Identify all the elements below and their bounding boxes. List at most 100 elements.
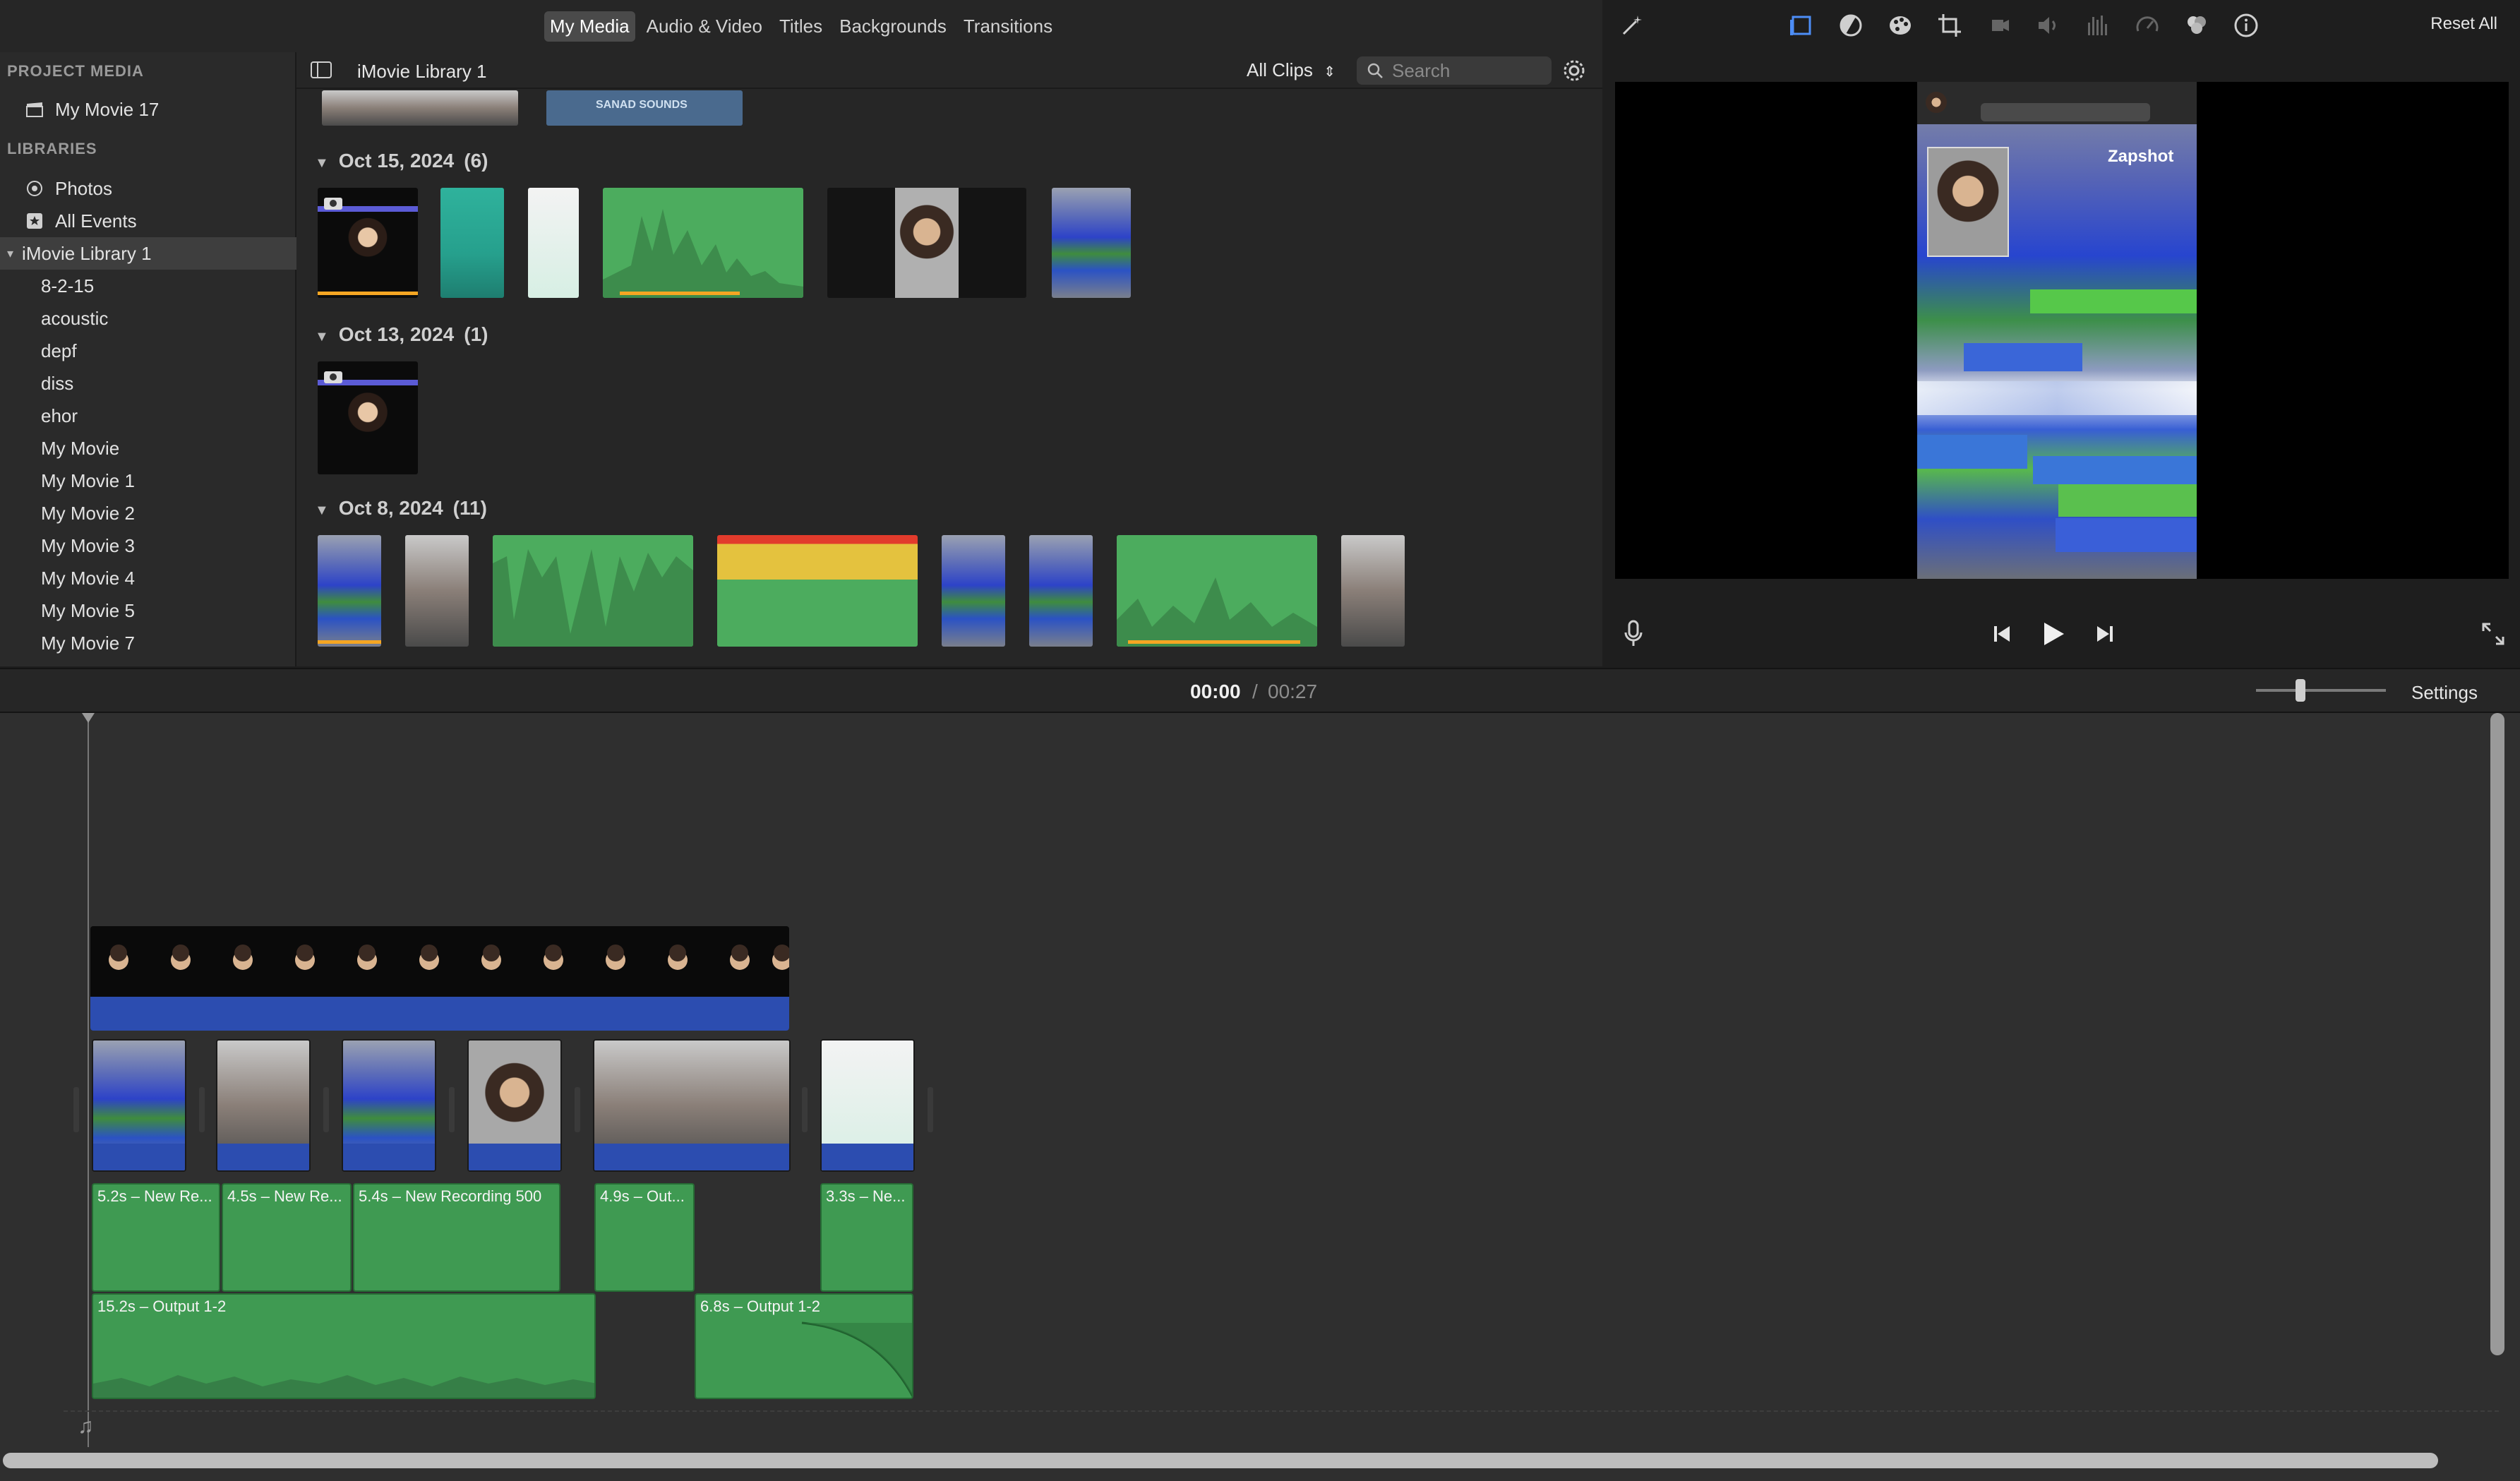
event-header[interactable]: ▼ Oct 8, 2024 (11) xyxy=(315,497,487,520)
clip-thumbnail[interactable] xyxy=(942,535,1005,647)
clip-thumbnail[interactable] xyxy=(440,188,504,298)
sidebar-item-event[interactable]: My Movie 5 xyxy=(0,594,296,627)
crop-icon[interactable] xyxy=(1937,13,1962,38)
disclosure-triangle-icon[interactable]: ▾ xyxy=(7,246,13,261)
search-input[interactable] xyxy=(1392,59,1540,82)
sidebar-item-event[interactable]: ehor xyxy=(0,400,296,432)
clip-trim-handle[interactable] xyxy=(802,1087,808,1132)
star-icon xyxy=(24,210,45,232)
clip-thumbnail[interactable] xyxy=(318,535,381,647)
microphone-icon[interactable] xyxy=(1618,618,1649,649)
video-clip[interactable] xyxy=(92,1039,186,1172)
volume-icon[interactable] xyxy=(2036,13,2061,38)
sidebar-item-project[interactable]: My Movie 17 xyxy=(0,93,296,126)
clip-thumbnail[interactable] xyxy=(1029,535,1093,647)
playhead-handle[interactable] xyxy=(82,713,95,723)
video-clip[interactable] xyxy=(820,1039,915,1172)
video-clip[interactable] xyxy=(593,1039,791,1172)
fullscreen-icon[interactable] xyxy=(2478,618,2509,649)
skip-back-icon[interactable] xyxy=(1986,618,2017,649)
audio-clip-thumbnail[interactable] xyxy=(603,188,803,298)
audio-clip-thumbnail[interactable] xyxy=(717,535,918,647)
play-icon[interactable] xyxy=(2037,618,2068,649)
video-clip[interactable] xyxy=(342,1039,436,1172)
zoom-slider-thumb[interactable] xyxy=(2296,679,2305,702)
audio-clip[interactable]: 4.5s – New Re... xyxy=(222,1183,352,1292)
audio-clip[interactable]: 5.4s – New Recording 500 xyxy=(353,1183,560,1292)
tab-backgrounds[interactable]: Backgrounds xyxy=(834,11,952,42)
speed-icon[interactable] xyxy=(2135,13,2160,38)
video-preview[interactable]: Zapshot xyxy=(1615,82,2509,579)
tab-my-media[interactable]: My Media xyxy=(544,11,635,42)
clip-trim-handle[interactable] xyxy=(73,1087,79,1132)
gear-icon[interactable] xyxy=(1561,58,1587,87)
sidebar-item-event[interactable]: My Movie 7 xyxy=(0,627,296,659)
timeline[interactable]: 5.2s – New Re... 4.5s – New Re... 5.4s –… xyxy=(0,713,2520,1481)
sidebar-item-event[interactable]: acoustic xyxy=(0,302,296,335)
clip-thumbnail[interactable] xyxy=(322,90,518,126)
audio-clip-thumbnail[interactable] xyxy=(493,535,693,647)
background-audio-clip[interactable]: 15.2s – Output 1-2 xyxy=(92,1293,596,1399)
disclosure-triangle-icon[interactable]: ▼ xyxy=(315,503,329,519)
search-icon xyxy=(1367,62,1384,83)
sidebar-item-event[interactable]: My Movie 2 xyxy=(0,497,296,529)
noise-reduction-icon[interactable] xyxy=(2184,13,2209,38)
sidebar-item-event[interactable]: My Movie 3 xyxy=(0,529,296,562)
horizontal-scrollbar[interactable] xyxy=(3,1453,2438,1468)
sidebar-item-event[interactable]: My Movie 4 xyxy=(0,562,296,594)
audio-clip[interactable]: 4.9s – Out... xyxy=(594,1183,695,1292)
video-clip[interactable] xyxy=(216,1039,311,1172)
clip-trim-handle[interactable] xyxy=(575,1087,580,1132)
audio-clip-label: 15.2s – Output 1-2 xyxy=(97,1297,227,1315)
playhead[interactable] xyxy=(88,713,89,1447)
video-clip[interactable] xyxy=(467,1039,562,1172)
sidebar-item-event[interactable]: My Movie xyxy=(0,432,296,464)
audio-clip-thumbnail[interactable] xyxy=(1117,535,1317,647)
sidebar-item-event[interactable]: depf xyxy=(0,335,296,367)
clip-thumbnail[interactable] xyxy=(405,535,469,647)
connected-video-clip[interactable] xyxy=(90,926,789,1031)
color-balance-icon[interactable] xyxy=(1838,13,1864,38)
audio-clip[interactable]: 3.3s – Ne... xyxy=(820,1183,913,1292)
clip-thumbnail[interactable] xyxy=(318,188,418,298)
sidebar-item-event[interactable]: diss xyxy=(0,367,296,400)
magic-wand-icon[interactable] xyxy=(1619,13,1645,38)
tab-titles[interactable]: Titles xyxy=(774,11,828,42)
clip-trim-handle[interactable] xyxy=(449,1087,455,1132)
settings-button[interactable]: Settings xyxy=(2411,682,2478,704)
skip-forward-icon[interactable] xyxy=(2089,618,2120,649)
clip-trim-handle[interactable] xyxy=(199,1087,205,1132)
sidebar-item-all-events[interactable]: All Events xyxy=(0,205,296,237)
sidebar-item-photos[interactable]: Photos xyxy=(0,172,296,205)
clip-thumbnail[interactable]: SANAD SOUNDS xyxy=(546,90,743,126)
info-icon[interactable] xyxy=(2233,13,2259,38)
palette-icon[interactable] xyxy=(1888,13,1913,38)
clip-filter-popup[interactable]: All Clips ⇕ xyxy=(1247,59,1336,81)
tab-audio-video[interactable]: Audio & Video xyxy=(641,11,768,42)
stabilization-icon[interactable] xyxy=(1986,13,2012,38)
sidebar-item-library[interactable]: ▾ iMovie Library 1 xyxy=(0,237,296,270)
event-header[interactable]: ▼ Oct 15, 2024 (6) xyxy=(315,150,488,172)
clip-thumbnail[interactable] xyxy=(827,188,1026,298)
clip-thumbnail[interactable] xyxy=(318,361,418,474)
clip-trim-handle[interactable] xyxy=(323,1087,329,1132)
equalizer-icon[interactable] xyxy=(2085,13,2111,38)
clip-thumbnail[interactable] xyxy=(1052,188,1131,298)
event-header[interactable]: ▼ Oct 13, 2024 (1) xyxy=(315,323,488,346)
crop-frame-icon[interactable] xyxy=(1789,13,1814,38)
sidebar-item-event[interactable]: 8-2-15 xyxy=(0,270,296,302)
reset-all-button[interactable]: Reset All xyxy=(2430,14,2497,34)
sidebar-item-event[interactable]: My Movie 1 xyxy=(0,464,296,497)
search-field[interactable] xyxy=(1357,56,1552,85)
clip-trim-handle[interactable] xyxy=(928,1087,933,1132)
disclosure-triangle-icon[interactable]: ▼ xyxy=(315,329,329,345)
clip-thumbnail[interactable] xyxy=(1341,535,1405,647)
vertical-scrollbar[interactable] xyxy=(2490,713,2504,1355)
disclosure-triangle-icon[interactable]: ▼ xyxy=(315,155,329,172)
clip-thumbnail[interactable] xyxy=(528,188,579,298)
toggle-sidebar-icon[interactable] xyxy=(311,61,332,83)
tab-transitions[interactable]: Transitions xyxy=(958,11,1058,42)
zoom-slider-track[interactable] xyxy=(2256,689,2386,692)
audio-clip[interactable]: 5.2s – New Re... xyxy=(92,1183,220,1292)
background-audio-clip[interactable]: 6.8s – Output 1-2 xyxy=(695,1293,913,1399)
